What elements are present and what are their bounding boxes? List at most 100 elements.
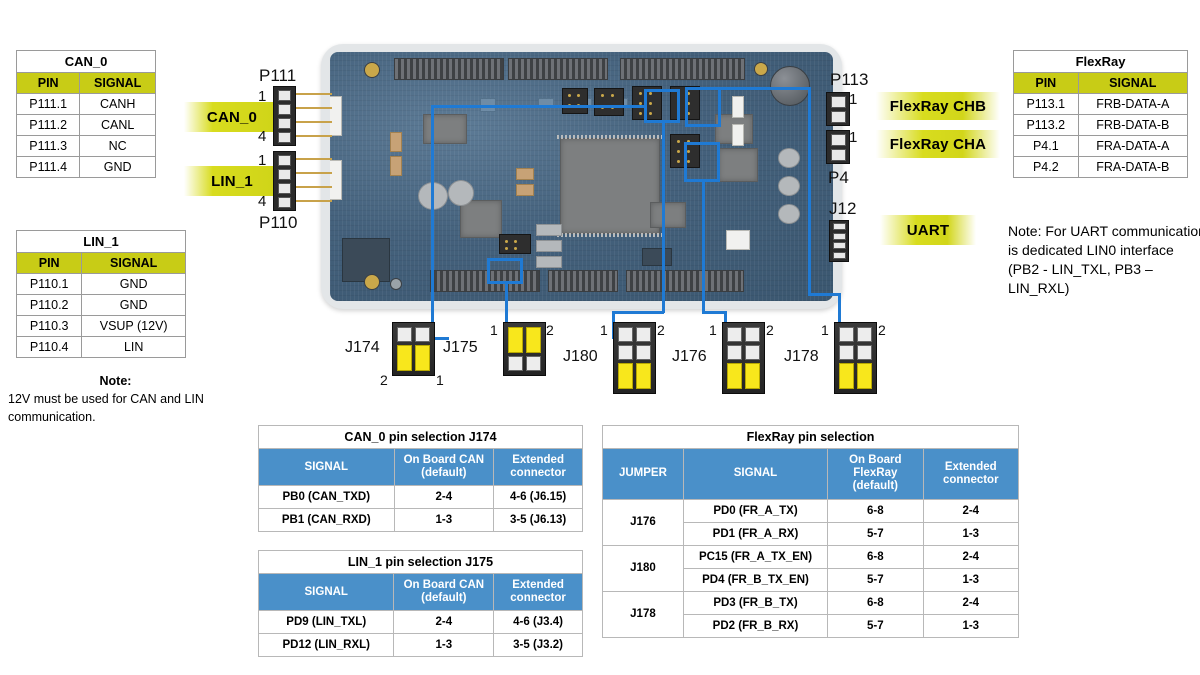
board-header-bottom-3 <box>626 270 744 292</box>
cell-signal: PD4 (FR_B_TX_EN) <box>682 567 829 592</box>
cell-signal: PD0 (FR_A_TX) <box>682 498 829 523</box>
flexray-sel-header-jumper: JUMPER <box>602 448 684 500</box>
board-header-top-1 <box>394 58 504 80</box>
lin1-sel-header-onboard: On Board CAN (default) <box>393 572 495 612</box>
lin1-sel-header-signal: SIGNAL <box>257 572 395 612</box>
cell-onboard: 5-7 <box>827 567 924 592</box>
cell-extended: 1-3 <box>922 567 1020 592</box>
board-header-top-3 <box>620 58 745 80</box>
jumper-pin <box>727 345 742 360</box>
callout-line <box>718 87 810 90</box>
board-component <box>390 132 402 152</box>
flexray-header-pin: PIN <box>1013 72 1079 94</box>
cell-onboard: 5-7 <box>827 613 924 638</box>
callout-can0-text: CAN_0 <box>206 108 258 126</box>
board-chip <box>423 114 467 144</box>
table-row: P110.1 GND <box>15 273 186 295</box>
board-component <box>516 168 534 180</box>
board-jumper-j174 <box>499 234 531 254</box>
jumper-num-j176-right: 2 <box>766 322 774 338</box>
callout-line <box>702 311 726 314</box>
cell-signal: FRB-DATA-B <box>1077 114 1189 136</box>
callout-line <box>808 293 840 296</box>
can0-sel-header-extended: Extended connector <box>493 447 583 487</box>
jumper-shunt <box>839 363 854 389</box>
flexray-sel-header-onboard: On Board FlexRay (default) <box>827 448 924 500</box>
callout-line <box>702 182 705 312</box>
connector-wire <box>296 93 332 95</box>
jumper-shunt <box>745 363 760 389</box>
connector-wire <box>296 186 332 188</box>
cell-signal: PD3 (FR_B_TX) <box>682 590 829 615</box>
can0-sel-header-onboard: On Board CAN (default) <box>393 447 495 487</box>
cell-pin: P111.3 <box>15 135 81 157</box>
connector-j12 <box>829 220 849 262</box>
board-header-top-2 <box>508 58 608 80</box>
cell-onboard: 1-3 <box>393 508 495 533</box>
cell-onboard: 2-4 <box>393 610 495 635</box>
jumper-label-j180: J180 <box>563 348 598 365</box>
board-header-bottom-1 <box>430 270 540 292</box>
board-component <box>516 184 534 196</box>
table-row: P113.1 FRB-DATA-A <box>1013 93 1189 115</box>
cell-onboard: 6-8 <box>827 498 924 523</box>
jumper-num-j178-left: 1 <box>821 322 829 338</box>
connector-label-p110: P110 <box>259 213 298 232</box>
jumper-pin <box>857 327 872 342</box>
pin-hole <box>830 148 846 161</box>
connector-wire <box>296 172 332 174</box>
connector-p111 <box>273 86 296 146</box>
board-component <box>390 156 402 176</box>
cell-pin: P111.1 <box>15 93 81 115</box>
board-jumper-extra <box>562 88 588 114</box>
flexray-selection-title: FlexRay pin selection <box>602 425 1019 449</box>
table-row: P110.4 LIN <box>15 336 186 358</box>
connector-label-j12: J12 <box>829 199 857 218</box>
cell-signal: VSUP (12V) <box>81 315 186 337</box>
jumper-label-j176: J176 <box>672 348 707 365</box>
jumper-block-j178 <box>834 322 877 394</box>
cell-extended: 2-4 <box>922 590 1020 615</box>
cell-signal: CANL <box>79 114 156 136</box>
jumper-pin <box>636 327 651 342</box>
can0-selection-title: CAN_0 pin selection J174 <box>258 425 583 449</box>
callout-flexray-cha-text: FlexRay CHA <box>889 135 987 153</box>
cell-onboard: 2-4 <box>393 485 495 510</box>
cell-extended: 4-6 (J3.4) <box>493 610 583 635</box>
lin1-selection-title: LIN_1 pin selection J175 <box>258 550 583 574</box>
callout-lin1-text: LIN_1 <box>211 172 253 190</box>
callout-flexray-cha-label: FlexRay CHA <box>876 130 1000 158</box>
cell-extended: 1-3 <box>922 613 1020 638</box>
jumper-num-j180-left: 1 <box>600 322 608 338</box>
cell-signal: FRB-DATA-A <box>1077 93 1189 115</box>
pin-hole <box>278 182 291 194</box>
cell-signal: FRA-DATA-A <box>1077 135 1189 157</box>
callout-line <box>431 105 434 340</box>
mounting-hole <box>754 62 768 76</box>
connector-wire <box>296 121 332 123</box>
board-component <box>448 180 474 206</box>
pin-hole <box>278 154 291 166</box>
jumper-block-j175 <box>503 322 546 376</box>
table-row: P111.1 CANH <box>15 93 156 115</box>
pin-hole <box>832 232 846 240</box>
flexray-pin-table: FlexRay PIN SIGNAL P113.1 FRB-DATA-A P11… <box>1013 50 1189 178</box>
jumper-shunt <box>415 345 430 371</box>
flexray-sel-header-signal: SIGNAL <box>682 448 829 500</box>
table-row: P111.2 CANL <box>15 114 156 136</box>
connector-label-p4: P4 <box>828 168 849 187</box>
cell-pin: P110.1 <box>15 273 83 295</box>
callout-uart-label: UART <box>880 215 976 245</box>
cell-signal: PD12 (LIN_RXL) <box>257 633 395 658</box>
cell-pin: P113.1 <box>1013 93 1079 115</box>
lin1-header-signal: SIGNAL <box>81 252 186 274</box>
table-row: J176 PD0 (FR_A_TX) 6-8 2-4 <box>602 498 1020 546</box>
table-row: P110.2 GND <box>15 294 186 316</box>
cell-extended: 4-6 (J6.15) <box>493 485 583 510</box>
jumper-pin <box>397 327 412 342</box>
flexray-header-signal: SIGNAL <box>1077 72 1189 94</box>
jumper-pin <box>745 345 760 360</box>
connector-pin4-p110: 4 <box>258 193 267 210</box>
table-row: PD9 (LIN_TXL) 2-4 4-6 (J3.4) <box>257 610 583 635</box>
cell-pin: P111.2 <box>15 114 81 136</box>
